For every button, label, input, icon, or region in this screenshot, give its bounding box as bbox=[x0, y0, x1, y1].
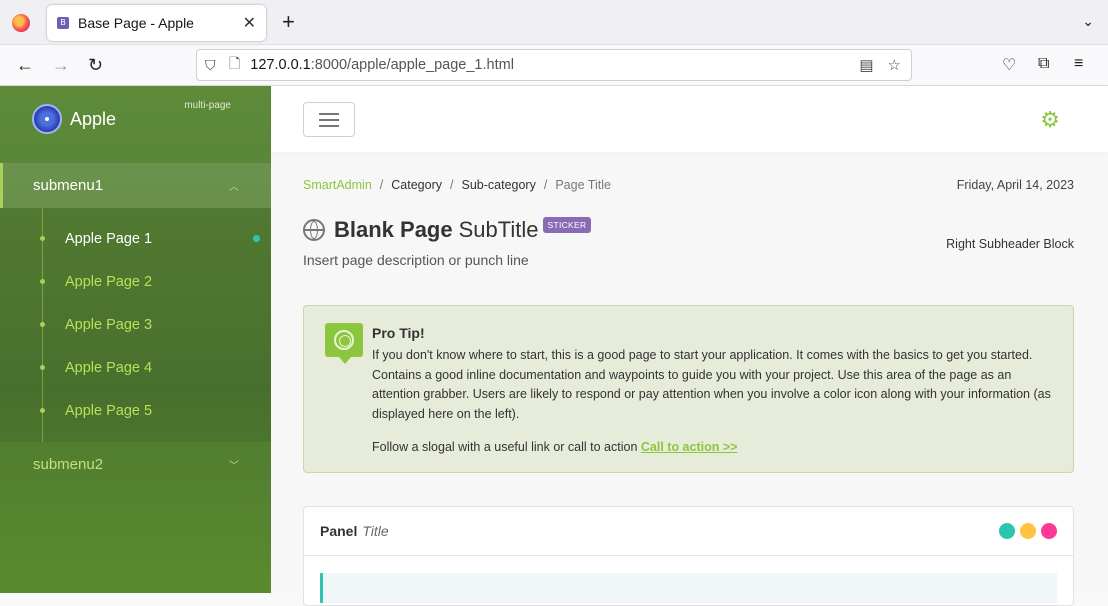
pro-tip-cta: Follow a slogal with a useful link or ca… bbox=[372, 440, 737, 454]
panel-close-dot[interactable] bbox=[1041, 523, 1057, 539]
submenu2-toggle[interactable]: submenu2 ﹀ bbox=[0, 442, 271, 487]
settings-gear-icon[interactable]: ⚙ bbox=[1040, 109, 1060, 131]
shield-icon[interactable]: ⛉ bbox=[205, 57, 219, 73]
brand[interactable]: Apple multi-page bbox=[0, 86, 271, 152]
panel-info-alert bbox=[320, 573, 1057, 603]
panel-controls bbox=[999, 523, 1057, 539]
atom-logo-icon bbox=[32, 104, 62, 134]
url-text[interactable]: 127.0.0.1:8000/apple/apple_page_1.html bbox=[250, 57, 514, 73]
sidebar-item-apple-page-1[interactable]: Apple Page 1 bbox=[0, 217, 271, 260]
page-title: Blank Page bbox=[334, 217, 453, 242]
breadcrumb-category[interactable]: Category bbox=[391, 178, 442, 192]
browser-tabbar: B Base Page - Apple ✕ + ⌄ bbox=[0, 0, 1108, 45]
reader-view-icon[interactable]: ▤ bbox=[859, 56, 873, 74]
extensions-icon[interactable]: ⧉ bbox=[1038, 55, 1049, 73]
current-date: Friday, April 14, 2023 bbox=[956, 178, 1074, 192]
breadcrumb-subcategory[interactable]: Sub-category bbox=[461, 178, 535, 192]
submenu2-label: submenu2 bbox=[33, 456, 104, 473]
pocket-icon[interactable]: ♡ bbox=[1002, 55, 1016, 75]
bullet-icon bbox=[40, 236, 45, 241]
chevron-up-icon: ︿ bbox=[229, 182, 239, 193]
submenu1-toggle[interactable]: submenu1 ︿ bbox=[0, 163, 271, 208]
panel-title: Panel bbox=[320, 523, 358, 539]
panel-collapse-dot[interactable] bbox=[999, 523, 1015, 539]
brand-name: Apple bbox=[70, 108, 117, 129]
page-icon: 🗋 bbox=[229, 55, 241, 71]
menu-icon[interactable]: ≡ bbox=[1074, 55, 1083, 73]
sidebar-item-apple-page-5[interactable]: Apple Page 5 bbox=[0, 389, 271, 432]
hamburger-menu-button[interactable] bbox=[303, 102, 355, 137]
url-bar[interactable]: ⛉ 🗋 127.0.0.1:8000/apple/apple_page_1.ht… bbox=[196, 49, 912, 81]
firefox-icon[interactable] bbox=[12, 14, 30, 32]
tab-title: Base Page - Apple bbox=[78, 15, 194, 31]
breadcrumb-current: Page Title bbox=[555, 178, 611, 192]
sidebar-item-label: Apple Page 1 bbox=[65, 230, 153, 247]
pro-tip-alert: Pro Tip! If you don't know where to star… bbox=[303, 305, 1074, 473]
main-content: ⚙ SmartAdmin / Category / Sub-category /… bbox=[271, 86, 1108, 606]
back-icon[interactable]: ← bbox=[16, 55, 34, 75]
app: Apple multi-page submenu1 ︿ Apple Page 1… bbox=[0, 86, 1108, 606]
cta-text: Follow a slogal with a useful link or ca… bbox=[372, 440, 638, 454]
submenu2: submenu2 ﹀ bbox=[0, 442, 271, 487]
bullet-icon bbox=[40, 365, 45, 370]
tab-list-chevron-icon[interactable]: ⌄ bbox=[1082, 13, 1094, 30]
bullet-icon bbox=[40, 408, 45, 413]
tab-favicon-icon: B bbox=[57, 17, 69, 29]
panel: Panel Title bbox=[303, 506, 1074, 606]
reload-icon[interactable]: ↻ bbox=[88, 55, 103, 75]
sidebar-item-label: Apple Page 4 bbox=[65, 359, 153, 376]
bullet-icon bbox=[40, 279, 45, 284]
breadcrumb-separator: / bbox=[379, 178, 384, 192]
submenu1: submenu1 ︿ Apple Page 1 Apple Page 2 App… bbox=[0, 163, 271, 442]
bullet-icon bbox=[40, 322, 45, 327]
pro-tip-title: Pro Tip! bbox=[372, 325, 425, 341]
sidebar-item-label: Apple Page 5 bbox=[65, 402, 153, 419]
sidebar-item-label: Apple Page 3 bbox=[65, 316, 153, 333]
browser-tab[interactable]: B Base Page - Apple ✕ bbox=[47, 5, 266, 41]
chevron-down-icon: ﹀ bbox=[229, 461, 239, 472]
sidebar-item-label: Apple Page 2 bbox=[65, 273, 153, 290]
forward-icon[interactable]: → bbox=[52, 55, 70, 75]
url-actions: ▤ ☆ bbox=[859, 56, 901, 74]
call-to-action-link[interactable]: Call to action >> bbox=[641, 440, 738, 454]
topbar: ⚙ bbox=[271, 86, 1108, 152]
right-subheader: Right Subheader Block bbox=[946, 237, 1074, 251]
sidebar: Apple multi-page submenu1 ︿ Apple Page 1… bbox=[0, 86, 271, 593]
page-description: Insert page description or punch line bbox=[303, 252, 529, 268]
fingerprint-icon bbox=[325, 323, 363, 364]
bookmark-star-icon[interactable]: ☆ bbox=[888, 56, 901, 74]
breadcrumb-separator: / bbox=[543, 178, 548, 192]
sidebar-item-apple-page-4[interactable]: Apple Page 4 bbox=[0, 346, 271, 389]
brand-subtitle: multi-page bbox=[184, 100, 231, 111]
page-subtitle: SubTitle bbox=[458, 217, 539, 242]
browser-navbar: ← → ↻ ⛉ 🗋 127.0.0.1:8000/apple/apple_pag… bbox=[0, 45, 1108, 86]
active-indicator-icon bbox=[253, 235, 260, 242]
sticker-badge: STICKER bbox=[542, 217, 592, 233]
breadcrumb: SmartAdmin / Category / Sub-category / P… bbox=[303, 178, 611, 192]
new-tab-icon[interactable]: + bbox=[282, 11, 295, 33]
pro-tip-body: If you don't know where to start, this i… bbox=[372, 348, 1051, 421]
panel-fullscreen-dot[interactable] bbox=[1020, 523, 1036, 539]
panel-header: Panel Title bbox=[304, 507, 1073, 556]
submenu1-label: submenu1 bbox=[33, 177, 104, 194]
breadcrumb-root[interactable]: SmartAdmin bbox=[303, 178, 372, 192]
sidebar-item-apple-page-3[interactable]: Apple Page 3 bbox=[0, 303, 271, 346]
tab-close-icon[interactable]: ✕ bbox=[243, 13, 256, 33]
page-heading: Blank Page SubTitle STICKER bbox=[303, 217, 592, 243]
globe-icon bbox=[303, 219, 325, 241]
breadcrumb-separator: / bbox=[450, 178, 454, 192]
submenu1-items: Apple Page 1 Apple Page 2 Apple Page 3 A… bbox=[0, 208, 271, 442]
panel-subtitle: Title bbox=[362, 523, 389, 539]
sidebar-item-apple-page-2[interactable]: Apple Page 2 bbox=[0, 260, 271, 303]
